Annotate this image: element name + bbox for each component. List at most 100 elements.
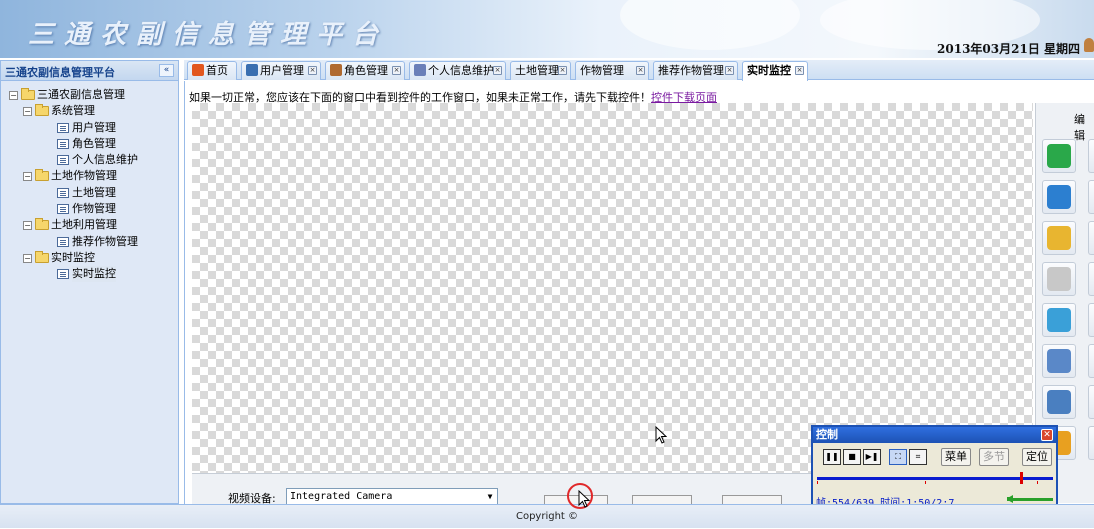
page-icon bbox=[57, 187, 69, 198]
globe-icon bbox=[1047, 185, 1071, 209]
footer: Copyright © bbox=[0, 504, 1094, 528]
fullscreen-icon[interactable]: ⌗ bbox=[909, 449, 927, 465]
toolbar-button[interactable] bbox=[1088, 139, 1094, 173]
collapse-toggle-icon[interactable]: − bbox=[23, 172, 32, 182]
locate-button[interactable]: 定位 bbox=[1022, 448, 1052, 466]
user-icon bbox=[1084, 38, 1094, 52]
toolbar-button[interactable] bbox=[1042, 180, 1076, 214]
progress-tick bbox=[817, 481, 818, 484]
tree-label: 系统管理 bbox=[51, 104, 95, 118]
tab-close-icon[interactable]: × bbox=[795, 66, 804, 75]
toolbar-button[interactable] bbox=[1088, 221, 1094, 255]
toolbar-button[interactable] bbox=[1042, 221, 1076, 255]
tree-label: 土地管理 bbox=[72, 185, 116, 199]
control-window-titlebar[interactable]: 控制 ✕ bbox=[813, 427, 1056, 443]
toolbar-button[interactable] bbox=[1042, 139, 1076, 173]
playback-position-handle[interactable] bbox=[1020, 472, 1023, 484]
tab-1[interactable]: 用户管理 × bbox=[241, 61, 321, 80]
zoom-icon bbox=[1047, 308, 1071, 332]
pause-icon[interactable]: ❚❚ bbox=[823, 449, 841, 465]
tab-6[interactable]: 推荐作物管理 × bbox=[653, 61, 738, 80]
toolbar-button[interactable] bbox=[1042, 344, 1076, 378]
page-icon bbox=[57, 204, 69, 215]
scissors-icon bbox=[1047, 267, 1071, 291]
tab-label: 作物管理 bbox=[580, 64, 624, 77]
folder-icon bbox=[35, 169, 49, 182]
playback-progress-track[interactable] bbox=[817, 477, 1053, 480]
copyright-text: Copyright © bbox=[515, 511, 579, 522]
tab-close-icon[interactable]: × bbox=[308, 66, 317, 75]
control-window-title: 控制 bbox=[816, 428, 838, 441]
collapse-toggle-icon[interactable]: − bbox=[23, 107, 32, 117]
tree-label: 土地利用管理 bbox=[51, 218, 117, 232]
toolbar-button[interactable] bbox=[1088, 426, 1094, 460]
tree-label: 实时监控 bbox=[51, 250, 95, 264]
tab-close-icon[interactable]: × bbox=[636, 66, 645, 75]
video-viewport[interactable] bbox=[192, 103, 1033, 473]
dropdown-arrow-icon: ▼ bbox=[487, 492, 493, 501]
toolbar-button[interactable] bbox=[1088, 344, 1094, 378]
tab-close-icon[interactable]: × bbox=[392, 66, 401, 75]
close-icon[interactable]: ✕ bbox=[1041, 429, 1053, 441]
tree-item[interactable]: 土地管理 bbox=[1, 185, 178, 201]
page-icon bbox=[57, 138, 69, 149]
toolbar-button[interactable] bbox=[1088, 180, 1094, 214]
control-window: 控制 ✕ ❚❚ ■ ▶❚ ⛶ ⌗ 菜单 多节 定位 帧:554/639 时间:1… bbox=[811, 425, 1058, 512]
progress-tick bbox=[925, 481, 926, 484]
tab-7[interactable]: 实时监控 × bbox=[742, 61, 808, 81]
tree-folder[interactable]: − 三通农副信息管理 bbox=[1, 87, 178, 103]
save-disk-icon bbox=[1047, 390, 1071, 414]
redo-arrow-icon bbox=[1047, 144, 1071, 168]
page-icon bbox=[57, 236, 69, 247]
toolbar-button[interactable] bbox=[1042, 385, 1076, 419]
step-forward-icon[interactable]: ▶❚ bbox=[863, 449, 881, 465]
collapse-toggle-icon[interactable]: − bbox=[23, 221, 32, 231]
user-list-icon bbox=[246, 64, 258, 76]
video-device-select[interactable]: Integrated Camera ▼ bbox=[286, 488, 498, 505]
video-device-value: Integrated Camera bbox=[290, 491, 393, 502]
tree-item[interactable]: 推荐作物管理 bbox=[1, 234, 178, 250]
toolbar-button[interactable] bbox=[1088, 385, 1094, 419]
current-date: 2013年03月21日 星期四 bbox=[937, 42, 1080, 56]
collapse-toggle-icon[interactable]: − bbox=[9, 91, 18, 100]
toolbar-button[interactable] bbox=[1088, 303, 1094, 337]
tree-item[interactable]: 用户管理 bbox=[1, 120, 178, 136]
tab-3[interactable]: 个人信息维护 × bbox=[409, 61, 506, 80]
navigation-panel: 三通农副信息管理平台 « − 三通农副信息管理 − 系统管理 用户管理 角色管理 个人信息维… bbox=[0, 60, 179, 504]
multi-segment-button[interactable]: 多节 bbox=[979, 448, 1009, 466]
navigation-tree: − 三通农副信息管理 − 系统管理 用户管理 角色管理 个人信息维护 − 土地作物管理 土地管理作… bbox=[1, 81, 178, 283]
tab-strip: 首页 用户管理 × 角色管理 × 个人信息维护 × 土地管理 × 作物管理 × 推荐作物管理 × 实时监控… bbox=[184, 60, 1094, 81]
volume-slider[interactable] bbox=[1013, 498, 1053, 501]
tree-folder[interactable]: − 实时监控 bbox=[1, 250, 178, 266]
tab-close-icon[interactable]: × bbox=[558, 66, 567, 75]
folder-icon bbox=[21, 88, 35, 100]
menu-button[interactable]: 菜单 bbox=[941, 448, 971, 466]
page-icon bbox=[57, 155, 69, 166]
tab-5[interactable]: 作物管理 × bbox=[575, 61, 649, 80]
tree-item[interactable]: 作物管理 bbox=[1, 201, 178, 217]
tree-folder[interactable]: − 系统管理 bbox=[1, 103, 178, 119]
stop-icon[interactable]: ■ bbox=[843, 449, 861, 465]
tab-close-icon[interactable]: × bbox=[725, 66, 734, 75]
tree-label: 角色管理 bbox=[72, 136, 116, 150]
toolbar-button[interactable] bbox=[1042, 303, 1076, 337]
tab-4[interactable]: 土地管理 × bbox=[510, 61, 571, 80]
tab-2[interactable]: 角色管理 × bbox=[325, 61, 405, 80]
toolbar-button[interactable] bbox=[1088, 262, 1094, 296]
fit-window-icon[interactable]: ⛶ bbox=[889, 449, 907, 465]
collapse-panel-button[interactable]: « bbox=[159, 64, 174, 77]
collapse-toggle-icon[interactable]: − bbox=[23, 253, 32, 263]
tree-folder[interactable]: − 土地利用管理 bbox=[1, 217, 178, 233]
tab-0[interactable]: 首页 bbox=[187, 61, 237, 80]
tree-item[interactable]: 角色管理 bbox=[1, 136, 178, 152]
progress-tick bbox=[1037, 481, 1038, 484]
home-icon bbox=[192, 64, 204, 76]
page-icon bbox=[57, 122, 69, 133]
tab-label: 推荐作物管理 bbox=[658, 64, 724, 77]
toolbar-button[interactable] bbox=[1042, 262, 1076, 296]
tab-close-icon[interactable]: × bbox=[493, 66, 502, 75]
tree-item[interactable]: 实时监控 bbox=[1, 266, 178, 283]
page-icon bbox=[57, 269, 69, 280]
tree-folder[interactable]: − 土地作物管理 bbox=[1, 168, 178, 184]
tree-item[interactable]: 个人信息维护 bbox=[1, 152, 178, 168]
